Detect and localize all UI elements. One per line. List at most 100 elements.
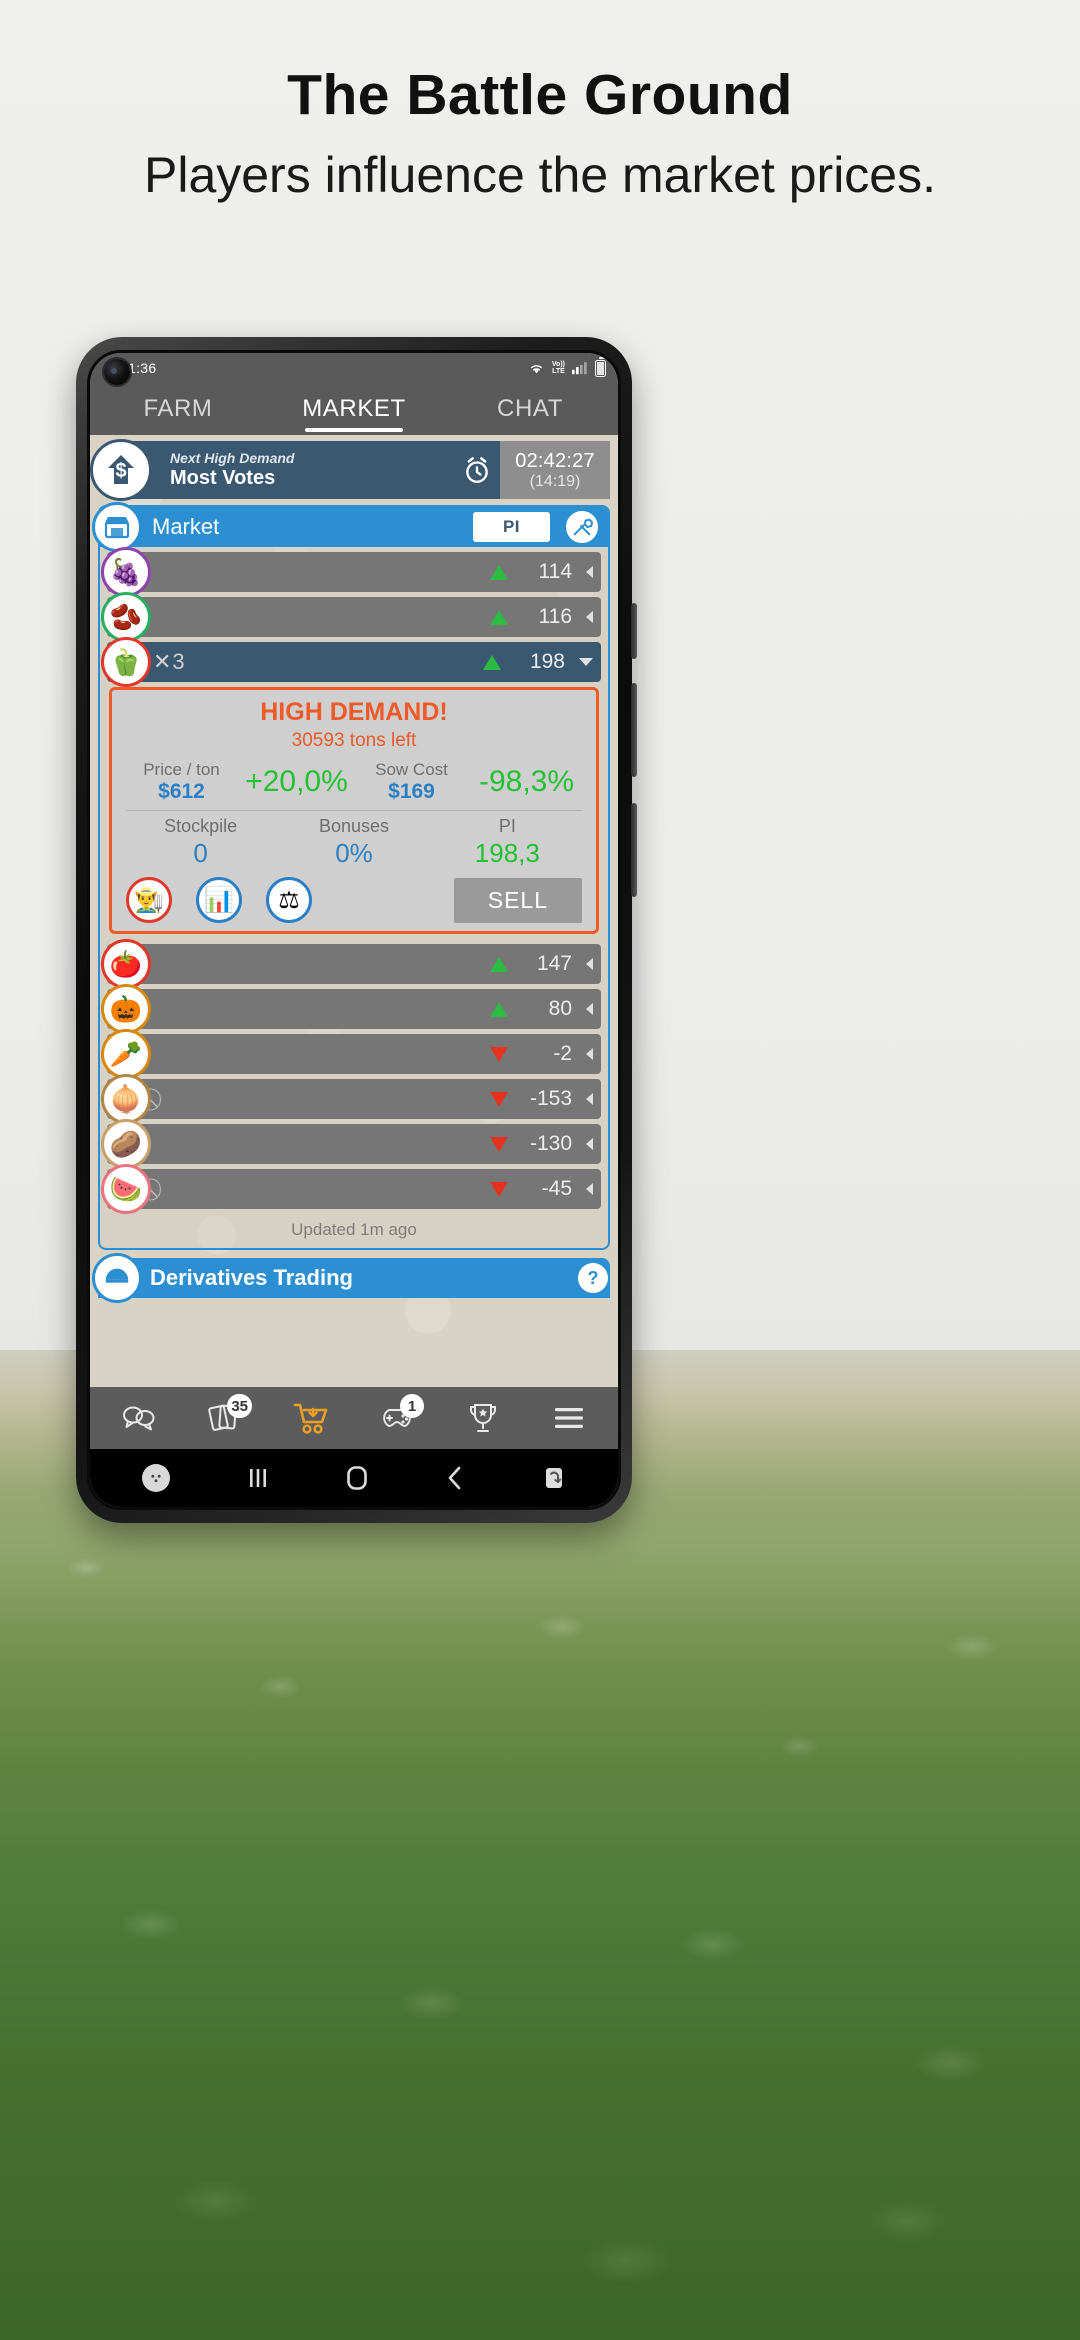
- row-value-group: -2: [490, 1042, 593, 1066]
- front-camera-cutout: [104, 359, 130, 385]
- chevron-left-icon[interactable]: [586, 1048, 593, 1060]
- phone-frame: 1:36 Vo)) LTE FARM MARKET CHAT $ Next Hi…: [76, 337, 637, 1523]
- screenshot-icon[interactable]: [542, 1465, 566, 1491]
- farmer-glyph: 👨‍🌾: [134, 886, 164, 914]
- pumpkin-glyph: 🎃: [109, 994, 143, 1024]
- trend-up-icon: [490, 1001, 508, 1017]
- row-value-group: -45: [490, 1177, 593, 1201]
- nav-cart-button[interactable]: [280, 1395, 342, 1441]
- tools-icon[interactable]: [564, 509, 600, 545]
- promo-title: The Battle Ground: [287, 63, 793, 127]
- demand-label: Next High Demand: [170, 450, 295, 466]
- pi-toggle-button[interactable]: PI: [472, 512, 550, 542]
- table-row[interactable]: 🫘 116: [101, 592, 601, 642]
- table-row[interactable]: 🎃 80: [101, 984, 601, 1034]
- phone-button-volume-down: [631, 803, 637, 897]
- tons-left-label: 30593 tons left: [291, 730, 417, 751]
- signal-bars-icon: [572, 361, 588, 375]
- table-row-selected[interactable]: 🫑 ✕3 198: [101, 637, 601, 687]
- back-icon[interactable]: [445, 1465, 465, 1491]
- demand-timer-sub: (14:19): [529, 472, 581, 490]
- chevron-left-icon[interactable]: [586, 1183, 593, 1195]
- crop-rows-list: 🍇 114 🫘 116 🫑 ✕3 198 HIGH DEMAND! 30593 …: [100, 547, 608, 1214]
- high-demand-headline: HIGH DEMAND!: [260, 698, 448, 726]
- chevron-left-icon[interactable]: [586, 1003, 593, 1015]
- row-change-value: -2: [553, 1042, 572, 1065]
- screen-content: $ Next High Demand Most Votes 02:42:27 (…: [90, 435, 618, 1387]
- chevron-left-icon[interactable]: [586, 958, 593, 970]
- alarm-clock-icon: [462, 441, 500, 499]
- next-high-demand-banner[interactable]: $ Next High Demand Most Votes 02:42:27 (…: [90, 439, 610, 501]
- peas-glyph: 🫘: [109, 602, 143, 632]
- trend-up-icon: [483, 654, 501, 670]
- chevron-left-icon[interactable]: [586, 566, 593, 578]
- bar-chart-icon[interactable]: 📊: [196, 877, 242, 923]
- bell-pepper-icon: 🫑: [101, 637, 151, 687]
- app-bottom-nav: 35 1: [90, 1387, 618, 1449]
- stockpile-block: Stockpile 0: [124, 816, 277, 869]
- sow-cost-block: Sow Cost $169: [354, 760, 469, 804]
- market-card-title: Market: [152, 514, 220, 539]
- trend-down-icon: [490, 1136, 508, 1152]
- tab-market[interactable]: MARKET: [266, 383, 442, 435]
- bell-pepper-glyph: 🫑: [109, 647, 143, 677]
- app-screen: 1:36 Vo)) LTE FARM MARKET CHAT $ Next Hi…: [90, 353, 618, 1507]
- carrot-glyph: 🥕: [109, 1039, 143, 1069]
- dollar-up-arrow-icon: $: [90, 439, 152, 501]
- tab-chat[interactable]: CHAT: [442, 383, 618, 435]
- panel-divider: [126, 810, 582, 811]
- table-row[interactable]: 🍅 147: [101, 939, 601, 989]
- derivatives-trading-card[interactable]: Derivatives Trading ?: [92, 1253, 610, 1303]
- row-change-value: 147: [536, 952, 572, 975]
- sell-button[interactable]: SELL: [453, 877, 582, 923]
- game-launcher-icon[interactable]: [142, 1464, 171, 1492]
- chevron-left-icon[interactable]: [586, 611, 593, 623]
- table-row[interactable]: 🥕 -2: [101, 1029, 601, 1079]
- phone-button-power: [631, 603, 637, 659]
- nav-gamepad-button[interactable]: 1: [366, 1394, 428, 1441]
- nav-trophy-button[interactable]: [452, 1395, 514, 1441]
- tab-farm[interactable]: FARM: [90, 383, 266, 435]
- trend-up-icon: [490, 564, 508, 580]
- row-value-group: 198: [483, 650, 593, 674]
- sow-change-percent: -98,3%: [478, 765, 575, 798]
- peas-icon: 🫘: [101, 592, 151, 642]
- derivatives-help-icon[interactable]: ?: [578, 1263, 608, 1293]
- demand-text-block: Next High Demand Most Votes: [124, 441, 462, 499]
- chevron-left-icon[interactable]: [586, 1138, 593, 1150]
- demand-timer: 02:42:27 (14:19): [500, 441, 610, 499]
- wifi-icon: [528, 361, 545, 375]
- demand-timer-main: 02:42:27: [515, 449, 595, 472]
- secondary-stats-grid: Stockpile 0 Bonuses 0% PI 198,3: [112, 816, 596, 869]
- demand-value: Most Votes: [170, 467, 276, 489]
- sow-cost-label: Sow Cost: [375, 760, 448, 779]
- table-row[interactable]: 🥔 -130: [101, 1119, 601, 1169]
- trend-up-icon: [490, 609, 508, 625]
- battery-icon: [595, 356, 606, 377]
- row-value-group: -153: [490, 1087, 593, 1111]
- nav-menu-button[interactable]: [538, 1395, 600, 1441]
- stockpile-label: Stockpile: [164, 816, 238, 836]
- svg-text:$: $: [115, 460, 126, 482]
- row-change-value: 198: [529, 650, 565, 673]
- table-row[interactable]: 🍉 ⃠ -45: [101, 1164, 601, 1214]
- onion-icon: 🧅: [101, 1074, 151, 1124]
- row-value-group: 116: [490, 605, 593, 629]
- chevron-left-icon[interactable]: [586, 1093, 593, 1105]
- nav-cards-button[interactable]: 35: [194, 1394, 256, 1441]
- watermelon-icon: 🍉: [101, 1164, 151, 1214]
- scales-icon[interactable]: ⚖: [266, 877, 312, 923]
- table-row[interactable]: 🍇 114: [101, 547, 601, 597]
- recents-icon[interactable]: [247, 1466, 269, 1490]
- table-row[interactable]: 🧅 ⃠ -153: [101, 1074, 601, 1124]
- farmer-icon[interactable]: 👨‍🌾: [126, 877, 172, 923]
- home-icon[interactable]: [345, 1465, 369, 1491]
- chevron-down-icon[interactable]: [579, 658, 593, 666]
- volte-icon: Vo)) LTE: [552, 361, 565, 375]
- row-value-group: 147: [490, 952, 593, 976]
- market-scroll-area: $ Next High Demand Most Votes 02:42:27 (…: [90, 435, 618, 1303]
- derivatives-title: Derivatives Trading: [150, 1265, 353, 1290]
- status-bar: 1:36 Vo)) LTE: [90, 353, 618, 385]
- row-change-value: -45: [541, 1177, 572, 1200]
- nav-chat-button[interactable]: [108, 1395, 170, 1441]
